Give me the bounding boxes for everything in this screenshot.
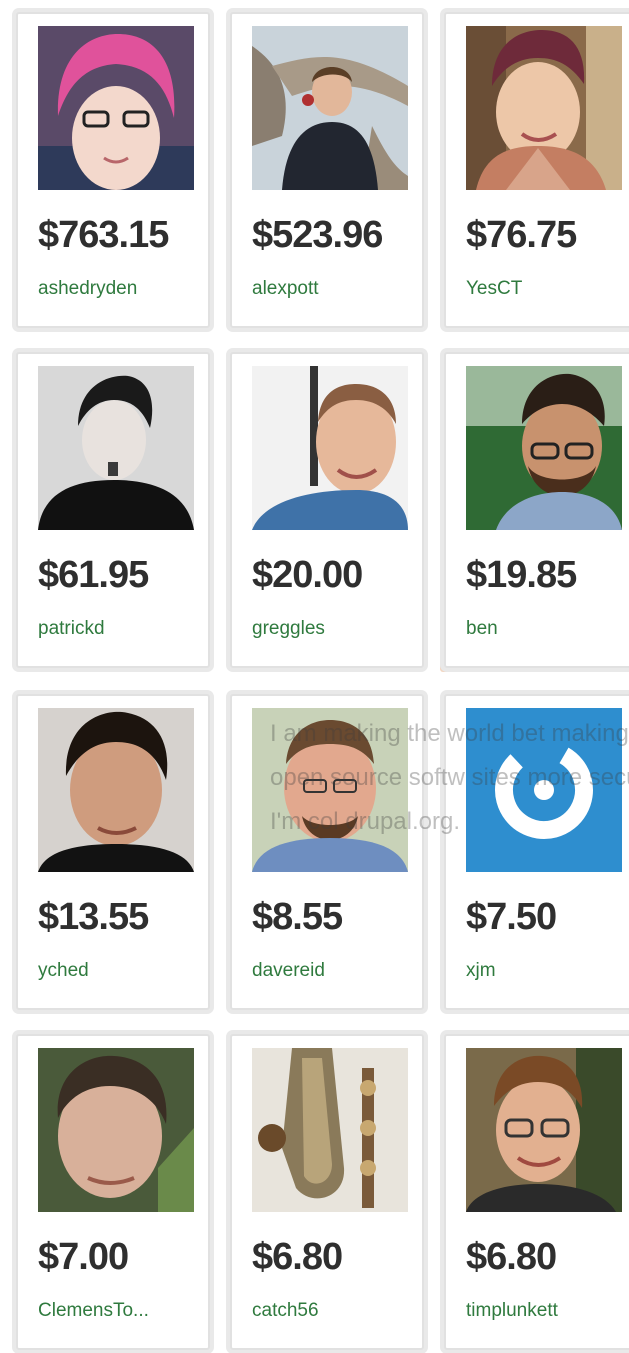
contributor-card[interactable]: $763.15 ashedryden bbox=[16, 12, 210, 328]
username-link[interactable]: yched bbox=[38, 960, 89, 982]
avatar-round-face-icon[interactable] bbox=[252, 708, 408, 872]
pledge-amount: $13.55 bbox=[38, 896, 149, 938]
avatar-image bbox=[252, 366, 408, 530]
contributor-grid: $763.15 ashedryden $523.96 alexpott $76.… bbox=[0, 0, 629, 1353]
avatar-image bbox=[466, 1048, 622, 1212]
avatar-image bbox=[38, 366, 194, 530]
avatar-image bbox=[466, 366, 622, 530]
contributor-card[interactable]: $13.55 yched bbox=[16, 694, 210, 1010]
contributor-card[interactable]: $61.95 patrickd bbox=[16, 352, 210, 668]
contributor-card[interactable]: $19.85 ben bbox=[444, 352, 629, 668]
pledge-amount: $76.75 bbox=[466, 214, 577, 256]
avatar-image bbox=[466, 708, 622, 872]
contributor-card[interactable]: $6.80 catch56 bbox=[230, 1034, 424, 1350]
avatar-image bbox=[466, 26, 622, 190]
avatar-bald-man-icon[interactable] bbox=[252, 366, 408, 530]
username-link[interactable]: YesCT bbox=[466, 278, 522, 300]
username-link[interactable]: timplunkett bbox=[466, 1300, 558, 1322]
avatar-power-logo-icon[interactable] bbox=[466, 708, 622, 872]
avatar-image bbox=[38, 26, 194, 190]
contributor-card[interactable]: $8.55 davereid bbox=[230, 694, 424, 1010]
username-link[interactable]: catch56 bbox=[252, 1300, 319, 1322]
avatar-smiling-woman-icon[interactable] bbox=[466, 26, 622, 190]
avatar-glasses-man-icon[interactable] bbox=[466, 1048, 622, 1212]
contributor-card[interactable]: $20.00 greggles bbox=[230, 352, 424, 668]
contributor-card[interactable]: $76.75 YesCT bbox=[444, 12, 629, 328]
pledge-amount: $6.80 bbox=[466, 1236, 557, 1278]
contributor-card[interactable]: $7.50 xjm bbox=[444, 694, 629, 1010]
pledge-amount: $19.85 bbox=[466, 554, 577, 596]
username-link[interactable]: patrickd bbox=[38, 618, 105, 640]
username-link[interactable]: ashedryden bbox=[38, 278, 137, 300]
pledge-amount: $7.50 bbox=[466, 896, 557, 938]
avatar-pink-hair-icon[interactable] bbox=[38, 26, 194, 190]
avatar-image bbox=[252, 1048, 408, 1212]
avatar-image bbox=[38, 1048, 194, 1212]
avatar-bearded-glasses-icon[interactable] bbox=[466, 366, 622, 530]
avatar-image bbox=[252, 26, 408, 190]
username-link[interactable]: davereid bbox=[252, 960, 325, 982]
avatar-dark-hair-man-icon[interactable] bbox=[38, 708, 194, 872]
pledge-amount: $6.80 bbox=[252, 1236, 343, 1278]
pledge-amount: $8.55 bbox=[252, 896, 343, 938]
contributor-card[interactable]: $6.80 timplunkett bbox=[444, 1034, 629, 1350]
username-link[interactable]: xjm bbox=[466, 960, 496, 982]
contributor-card[interactable]: $7.00 ClemensTo... bbox=[16, 1034, 210, 1350]
pledge-amount: $763.15 bbox=[38, 214, 169, 256]
avatar-short-hair-man-icon[interactable] bbox=[38, 1048, 194, 1212]
avatar-image bbox=[38, 708, 194, 872]
pledge-amount: $523.96 bbox=[252, 214, 383, 256]
avatar-image bbox=[252, 708, 408, 872]
pledge-amount: $61.95 bbox=[38, 554, 149, 596]
username-link[interactable]: ben bbox=[466, 618, 498, 640]
contributor-card[interactable]: $523.96 alexpott bbox=[230, 12, 424, 328]
username-link[interactable]: ClemensTo... bbox=[38, 1300, 149, 1322]
avatar-outdoor-tree-icon[interactable] bbox=[252, 26, 408, 190]
pledge-amount: $7.00 bbox=[38, 1236, 129, 1278]
avatar-saxophone-icon[interactable] bbox=[252, 1048, 408, 1212]
avatar-grayscale-man-icon[interactable] bbox=[38, 366, 194, 530]
pledge-amount: $20.00 bbox=[252, 554, 363, 596]
username-link[interactable]: greggles bbox=[252, 618, 325, 640]
username-link[interactable]: alexpott bbox=[252, 278, 319, 300]
